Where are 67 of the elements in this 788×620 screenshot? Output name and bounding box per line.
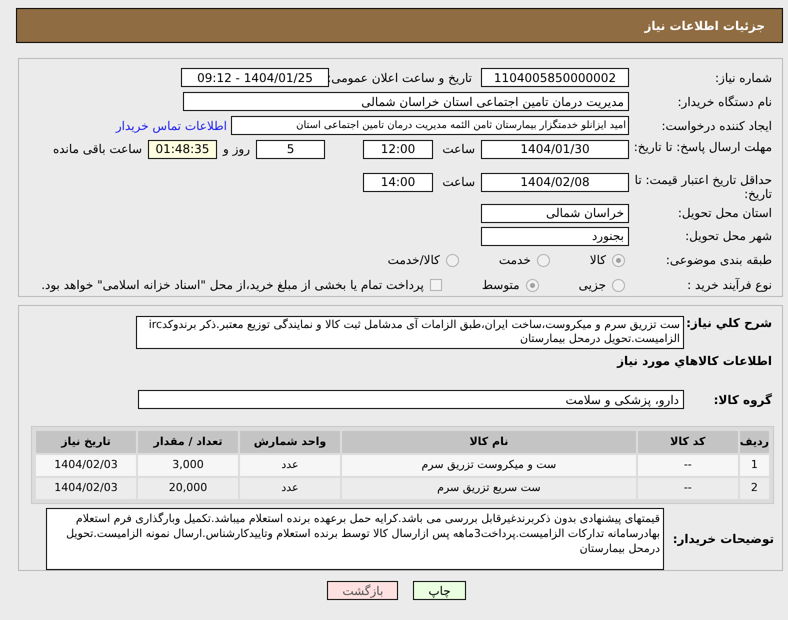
field-label: روز و	[223, 141, 250, 158]
announce-date-field: 1404/01/25 - 09:12	[181, 68, 329, 88]
field-label: مهلت ارسال پاسخ: تا تاریخ:	[632, 140, 772, 154]
column-header: نام کالا	[342, 431, 636, 453]
field-label: جزیی	[578, 277, 606, 294]
back-button[interactable]: بازگشت	[327, 581, 398, 600]
city-field: بجنورد	[481, 226, 629, 246]
field-label: گروه کالا:	[712, 392, 772, 406]
field-label: کالا/خدمت	[388, 252, 440, 270]
field-label: شرح کلي نياز:	[685, 316, 772, 330]
radio-button[interactable]	[612, 254, 625, 267]
table-cell: --	[638, 455, 738, 476]
column-header: کد کالا	[638, 431, 738, 453]
column-header: واحد شمارش	[240, 431, 340, 453]
need-number-field: 1104005850000002	[481, 68, 629, 88]
goods-heading: اطلاعات کالاهاي مورد نياز	[617, 353, 772, 370]
print-button[interactable]: چاپ	[413, 581, 466, 600]
deadline-time-field: 12:00	[363, 140, 433, 159]
table-cell: عدد	[240, 455, 340, 476]
days-field: 5	[256, 140, 325, 159]
table-cell: 1404/02/03	[36, 455, 136, 476]
field-label: شهر محل تحویل:	[684, 229, 772, 244]
field-label: کالا	[590, 252, 606, 270]
column-header: تعداد / مقدار	[138, 431, 238, 453]
table-cell: --	[638, 478, 738, 499]
table-cell: 1	[740, 455, 769, 476]
table-cell: عدد	[240, 478, 340, 499]
field-label: خدمت	[498, 252, 531, 270]
buyer-notes-textarea[interactable]: قیمتهای پیشنهادی بدون ذکربرندغیرقابل بررسی می باشد.کرایه حمل برعهده برنده استعلام میباشد.تکمیل وبارگذاری فرم استعلام بهادرسامانه تدارکات الزامیست.پرداخت3ماهه پس ازارسال کالا توسط برنده استعلام وتاییدکارشناس.ارسال نمونه الزامیست.تحویل درمحل بیمارستان	[46, 508, 664, 570]
field-label: استان محل تحویل:	[676, 206, 772, 220]
column-header: تاریخ نیاز	[36, 431, 136, 453]
buyer-org-field: مدیریت درمان تامین اجتماعی استان خراسان شمالی	[183, 92, 629, 112]
description-textarea[interactable]: ست تزریق سرم و میکروست،ساخت ایران،طبق الزامات آی مدشامل ثبت کالا و نمایندگی توزیع معتبر.ذکر برندوکدirc الزامیست.تحویل درمحل بیمارستان	[136, 316, 684, 349]
field-label: پرداخت تمام یا بخشی از مبلغ خرید،از محل "اسناد خزانه اسلامی" خواهد بود.	[41, 277, 424, 294]
field-label: ساعت	[441, 141, 475, 158]
field-label: توضیحات خریدار:	[672, 532, 774, 546]
field-label: شماره نیاز:	[714, 70, 772, 85]
validity-date-field: 1404/02/08	[481, 172, 629, 192]
column-header: ردیف	[740, 431, 769, 453]
field-label: حداقل تاریخ اعتبار قیمت: تا تاریخ:	[634, 172, 772, 201]
field-label: طبقه بندی موضوعی:	[664, 253, 772, 268]
deadline-date-field: 1404/01/30	[481, 140, 629, 159]
radio-button[interactable]	[536, 254, 550, 267]
validity-time-field: 14:00	[363, 172, 433, 192]
field-label: ایجاد کننده درخواست:	[660, 118, 772, 133]
field-label: متوسط	[482, 277, 520, 294]
province-field: خراسان شمالی	[481, 204, 629, 223]
table-cell: 1404/02/03	[36, 478, 136, 499]
field-label: نوع فرآیند خرید :	[686, 278, 772, 292]
radio-button[interactable]	[526, 278, 539, 292]
payment-checkbox[interactable]	[430, 279, 442, 292]
field-label: ساعت	[441, 174, 475, 192]
requester-field: امید ایزانلو خدمتگزار بیمارستان ثامن الئمه مدیریت درمان تامین اجتماعی استان	[231, 116, 629, 136]
buyer-contact-link[interactable]: اطلاعات تماس خریدار	[116, 116, 227, 135]
radio-button[interactable]	[612, 278, 625, 292]
radio-button[interactable]	[446, 254, 459, 267]
field-label: ساعت باقی مانده	[52, 141, 142, 158]
table-cell: ست سریع تزریق سرم	[342, 478, 636, 499]
field-label: تاریخ و ساعت اعلان عمومی:	[329, 70, 472, 87]
field-label: نام دستگاه خریدار:	[676, 94, 772, 109]
page-title: جزئیات اطلاعات نیاز	[644, 18, 765, 34]
remaining-time-field: 01:48:35	[148, 140, 217, 159]
table-cell: ست و میکروست تزریق سرم	[342, 455, 636, 476]
goods-group-field: دارو، پزشکی و سلامت	[138, 390, 684, 409]
table-cell: 3,000	[138, 455, 238, 476]
table-cell: 2	[740, 478, 769, 499]
table-cell: 20,000	[138, 478, 238, 499]
